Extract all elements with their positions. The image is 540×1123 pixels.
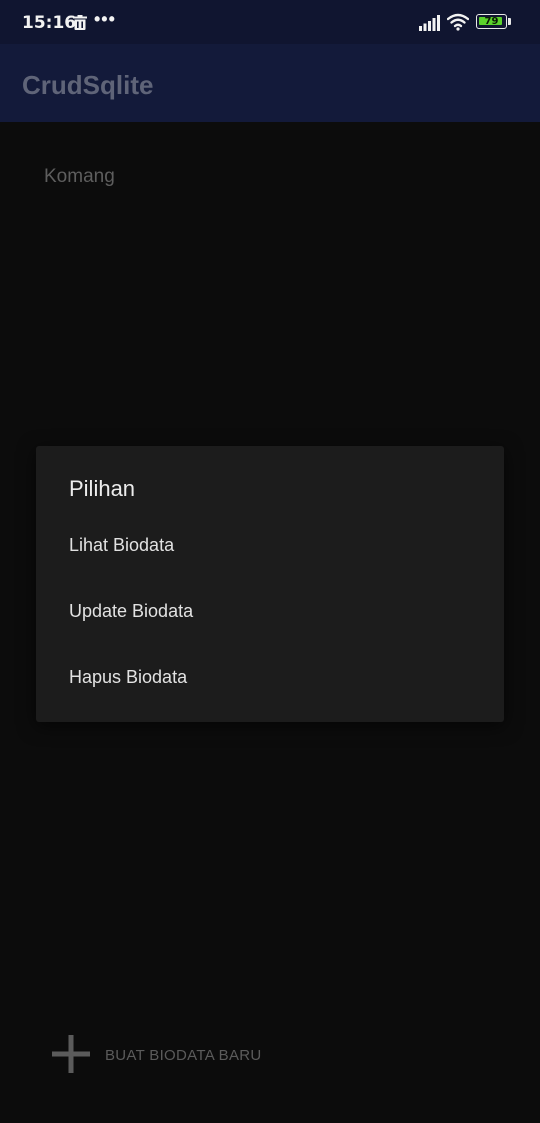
status-bar: 15:16 ••• 79 bbox=[0, 0, 540, 44]
status-time: 15:16 bbox=[22, 13, 77, 33]
more-notifications-indicator: ••• bbox=[94, 9, 116, 29]
option-label: Lihat Biodata bbox=[69, 535, 175, 555]
signal-icon bbox=[419, 15, 441, 31]
battery-tip bbox=[508, 18, 511, 25]
trash-icon bbox=[73, 15, 87, 30]
create-biodata-label: BUAT BIODATA BARU bbox=[105, 1047, 262, 1064]
app-title: CrudSqlite bbox=[22, 70, 154, 100]
wifi-icon bbox=[446, 13, 470, 31]
app-bar: CrudSqlite bbox=[0, 44, 540, 122]
dialog-title: Pilihan bbox=[69, 476, 136, 501]
battery-icon: 79 bbox=[476, 14, 512, 31]
option-view-biodata[interactable]: Lihat Biodata bbox=[36, 514, 504, 580]
option-label: Hapus Biodata bbox=[69, 667, 188, 687]
option-delete-biodata[interactable]: Hapus Biodata bbox=[36, 646, 504, 712]
list-item[interactable]: Komang bbox=[44, 166, 115, 188]
options-dialog: Pilihan Lihat Biodata Update Biodata Hap… bbox=[36, 446, 504, 722]
plus-icon bbox=[52, 1035, 90, 1073]
create-biodata-button[interactable]: BUAT BIODATA BARU bbox=[48, 1030, 288, 1080]
battery-level: 79 bbox=[484, 16, 499, 27]
option-update-biodata[interactable]: Update Biodata bbox=[36, 580, 504, 646]
app-screen: 15:16 ••• 79 CrudSqlite Komang Pilihan L… bbox=[0, 0, 540, 1123]
option-label: Update Biodata bbox=[69, 601, 194, 621]
